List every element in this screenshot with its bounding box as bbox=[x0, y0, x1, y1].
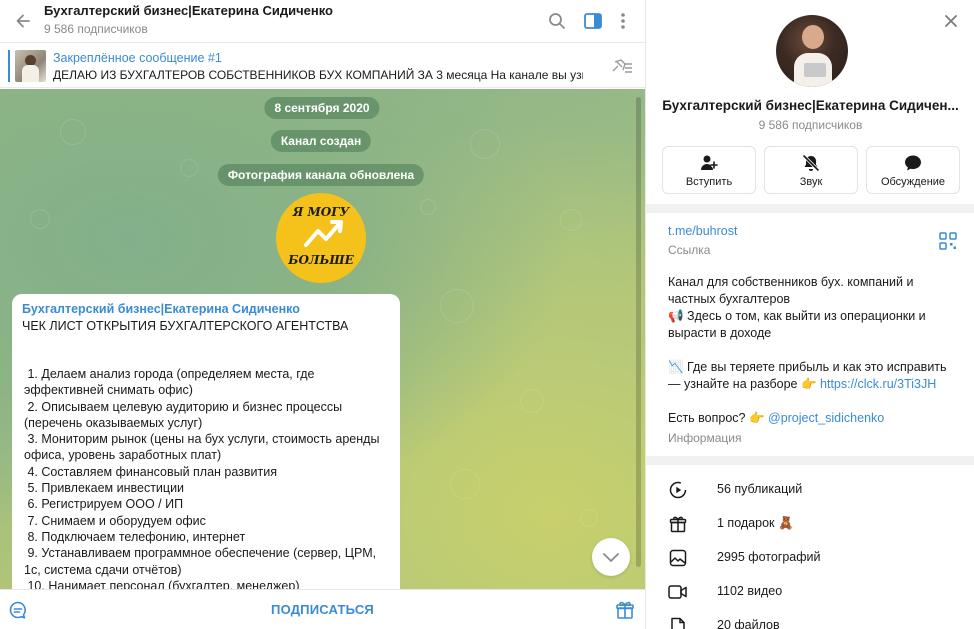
discussion-tab-button[interactable]: Обсуждение bbox=[866, 146, 960, 194]
profile-subscribers: 9 586 подписчиков bbox=[758, 118, 863, 132]
list-item: 10. Нанимает персонал (бухгалтер, менедж… bbox=[24, 578, 300, 589]
video-icon bbox=[668, 585, 687, 599]
photo-icon bbox=[669, 549, 687, 567]
chat-scrollbar[interactable] bbox=[636, 97, 641, 567]
gifts-count: 1 подарок 🧸 bbox=[717, 516, 794, 530]
description-line: Канал для собственников бух. компаний и … bbox=[668, 275, 914, 306]
channel-subscribers: 9 586 подписчиков bbox=[44, 22, 148, 36]
back-button[interactable] bbox=[8, 6, 38, 36]
stats-posts[interactable]: 56 публикаций bbox=[646, 473, 974, 507]
files-count: 20 файлов bbox=[717, 618, 780, 629]
chat-area: 8 сентября 2020 Канал создан Фотография … bbox=[0, 89, 645, 589]
list-item: 8. Подключаем телефонию, интернет bbox=[24, 529, 246, 544]
chat-panel: Бухгалтерский бизнес|Екатерина Сидиченко… bbox=[0, 0, 645, 629]
more-button[interactable] bbox=[609, 7, 637, 35]
list-item: 9. Устанавливаем программное обеспечение… bbox=[24, 546, 380, 577]
qr-code-icon bbox=[939, 232, 957, 250]
list-item: 5. Привлекаем инвестиции bbox=[24, 481, 185, 496]
list-item: 1. Делаем анализ города (определяем мест… bbox=[24, 367, 318, 398]
channel-title[interactable]: Бухгалтерский бизнес|Екатерина Сидиченко bbox=[44, 3, 333, 18]
section-divider bbox=[646, 204, 974, 213]
unpin-icon bbox=[612, 59, 632, 73]
search-icon bbox=[549, 13, 565, 29]
photo-text-bottom: БОЛЬШЕ bbox=[288, 253, 354, 267]
channel-link[interactable]: t.me/buhrost bbox=[668, 224, 737, 238]
photo-updated-message: Фотография канала обновлена bbox=[217, 164, 425, 186]
qr-code-button[interactable] bbox=[939, 232, 957, 250]
channel-description: Канал для собственников бух. компаний и … bbox=[668, 274, 960, 427]
profile-title: Бухгалтерский бизнес|Екатерина Сидичен..… bbox=[662, 98, 959, 113]
stats-photos[interactable]: 2995 фотографий bbox=[646, 541, 974, 575]
pinned-indicator bbox=[8, 50, 10, 82]
section-divider bbox=[646, 456, 974, 465]
file-icon bbox=[671, 617, 685, 629]
gift-icon bbox=[616, 601, 634, 619]
back-arrow-icon bbox=[16, 14, 30, 28]
search-button[interactable] bbox=[543, 7, 571, 35]
profile-avatar[interactable] bbox=[776, 15, 848, 87]
join-button[interactable]: Вступить bbox=[662, 146, 756, 194]
videos-count: 1102 видео bbox=[717, 584, 783, 598]
close-profile-button[interactable] bbox=[938, 8, 964, 34]
profile-panel: Бухгалтерский бизнес|Екатерина Сидичен..… bbox=[645, 0, 974, 629]
gift-button[interactable] bbox=[613, 598, 637, 622]
posts-icon bbox=[669, 481, 687, 499]
channel-post: Бухгалтерский бизнес|Екатерина Сидиченко… bbox=[12, 294, 400, 589]
channel-created-message: Канал создан bbox=[270, 130, 372, 152]
date-service-message: 8 сентября 2020 bbox=[264, 97, 380, 119]
subscribe-button[interactable]: ПОДПИСАТЬСЯ bbox=[271, 602, 374, 617]
list-item: 7. Снимаем и оборудуем офис bbox=[24, 513, 206, 528]
discussion-label: Обсуждение bbox=[880, 176, 946, 188]
pinned-title: Закреплённое сообщение #1 bbox=[53, 51, 222, 65]
close-icon bbox=[945, 15, 957, 27]
unpin-button[interactable] bbox=[608, 53, 636, 79]
pinned-text: ДЕЛАЮ ИЗ БУХГАЛТЕРОВ СОБСТВЕННИКОВ БУХ К… bbox=[53, 68, 583, 82]
stats-files[interactable]: 20 файлов bbox=[646, 609, 974, 629]
join-icon bbox=[701, 155, 718, 170]
post-heading: ЧЕК ЛИСТ ОТКРЫТИЯ БУХГАЛТЕРСКОГО АГЕНТСТ… bbox=[22, 319, 349, 333]
posts-count: 56 публикаций bbox=[717, 482, 803, 496]
sidebar-toggle-icon bbox=[584, 13, 602, 29]
post-author[interactable]: Бухгалтерский бизнес|Екатерина Сидиченко bbox=[22, 302, 300, 316]
chevron-down-icon bbox=[603, 553, 619, 562]
chat-header: Бухгалтерский бизнес|Екатерина Сидиченко… bbox=[0, 0, 645, 42]
photos-count: 2995 фотографий bbox=[717, 550, 821, 564]
description-line: 📢 Здесь о том, как выйти из операционки … bbox=[668, 309, 926, 340]
post-checklist: 1. Делаем анализ города (определяем мест… bbox=[24, 366, 394, 589]
description-link[interactable]: https://clck.ru/3Ti3JH bbox=[820, 377, 936, 391]
list-item: 4. Составляем финансовый план развития bbox=[24, 464, 278, 479]
photo-text-top: Я МОГУ bbox=[292, 205, 350, 219]
pinned-thumbnail bbox=[15, 50, 46, 82]
sound-label: Звук bbox=[799, 176, 823, 188]
description-mention[interactable]: @project_sidichenko bbox=[768, 411, 884, 425]
info-caption: Информация bbox=[668, 431, 742, 445]
more-vertical-icon bbox=[621, 13, 625, 29]
description-line: Есть вопрос? 👉 @project_sidichenko bbox=[668, 411, 885, 425]
mute-bell-icon bbox=[802, 154, 820, 172]
channel-photo[interactable]: Я МОГУ БОЛЬШЕ bbox=[276, 193, 366, 283]
list-item: 6. Регистрируем ООО / ИП bbox=[24, 497, 184, 512]
link-caption: Ссылка bbox=[668, 243, 711, 257]
discussion-icon bbox=[905, 155, 921, 171]
list-item: 3. Мониторим рынок (цены на бух услуги, … bbox=[24, 432, 383, 463]
sound-button[interactable]: Звук bbox=[764, 146, 858, 194]
scroll-down-button[interactable] bbox=[592, 538, 630, 576]
bottom-bar: ПОДПИСАТЬСЯ bbox=[0, 589, 645, 629]
gift-icon bbox=[669, 516, 687, 533]
stats-videos[interactable]: 1102 видео bbox=[646, 575, 974, 609]
list-item: 2. Описываем целевую аудиторию и бизнес … bbox=[24, 399, 346, 430]
comment-icon bbox=[9, 601, 26, 619]
join-label: Вступить bbox=[685, 176, 733, 188]
discussion-button[interactable] bbox=[6, 598, 30, 622]
description-line: 📉 Где вы теряете прибыль и как это испра… bbox=[668, 360, 947, 391]
stats-gifts[interactable]: 1 подарок 🧸 bbox=[646, 507, 974, 541]
pinned-message-bar[interactable]: Закреплённое сообщение #1 ДЕЛАЮ ИЗ БУХГА… bbox=[0, 42, 645, 88]
sidebar-toggle-button[interactable] bbox=[579, 7, 607, 35]
